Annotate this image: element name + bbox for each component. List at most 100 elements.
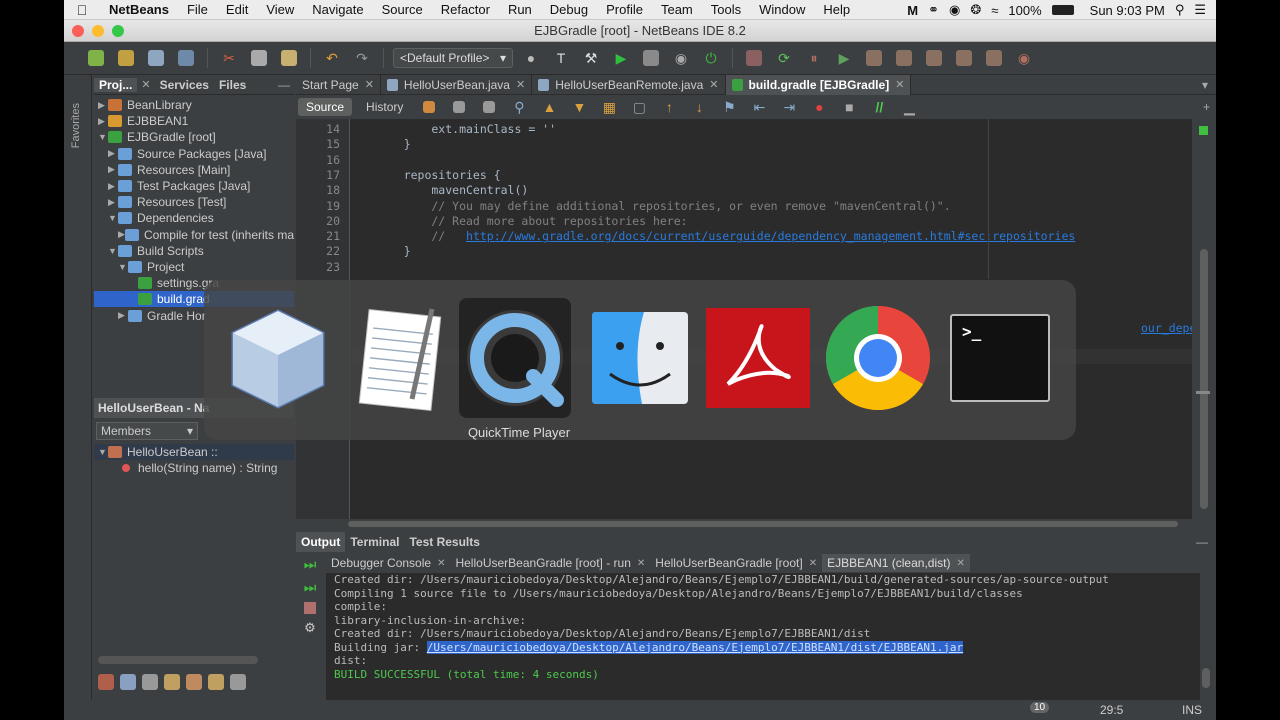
code-line[interactable]: } <box>376 137 411 152</box>
output-scrollbar[interactable] <box>1202 668 1210 688</box>
next-bookmark-icon[interactable]: ↓ <box>687 96 711 118</box>
favorites-tab[interactable]: Favorites <box>70 103 82 148</box>
step-over-icon[interactable] <box>862 47 886 69</box>
pause-icon[interactable]: ⏸ <box>802 47 826 69</box>
toggle-highlight-icon[interactable]: ▢ <box>627 96 651 118</box>
last-edit-icon[interactable] <box>417 96 441 118</box>
app-adobe-acrobat[interactable] <box>702 302 814 414</box>
sort-icon[interactable] <box>208 674 224 690</box>
build-hammer-icon[interactable]: T <box>549 47 573 69</box>
tree-node[interactable]: ▶ Source Packages [Java] <box>94 146 294 162</box>
tree-node[interactable]: ▼ Build Scripts <box>94 243 294 259</box>
expanded-triangle-icon[interactable]: ▼ <box>108 246 118 256</box>
shift-left-icon[interactable]: ⇤ <box>747 96 771 118</box>
find-selection-icon[interactable]: ▦ <box>597 96 621 118</box>
expanded-triangle-icon[interactable]: ▼ <box>118 262 128 272</box>
collapsed-triangle-icon[interactable]: ▶ <box>108 197 118 208</box>
editor-tab[interactable]: Start Page ✕ <box>296 74 381 95</box>
run-icon[interactable]: ▶ <box>609 47 633 69</box>
back-icon[interactable] <box>447 96 471 118</box>
zoom-window-button[interactable] <box>112 25 124 37</box>
minimize-icon[interactable]: — <box>278 78 294 92</box>
collapsed-triangle-icon[interactable]: ▶ <box>118 310 128 321</box>
collapsed-triangle-icon[interactable]: ▶ <box>98 116 108 127</box>
minimize-window-button[interactable] <box>92 25 104 37</box>
globe-icon[interactable]: ● <box>519 47 543 69</box>
menu-navigate[interactable]: Navigate <box>303 2 372 17</box>
history-view-button[interactable]: History <box>358 98 411 116</box>
battery-icon[interactable] <box>1051 5 1074 15</box>
hscroll-thumb[interactable] <box>348 521 1178 527</box>
rerun-with-args-icon[interactable]: ⏭ <box>304 579 317 596</box>
close-icon[interactable]: ✕ <box>137 78 154 91</box>
run-to-cursor-icon[interactable] <box>952 47 976 69</box>
expand-triangle-icon[interactable]: ▼ <box>98 447 108 457</box>
editor-tab[interactable]: HelloUserBean.java ✕ <box>381 74 533 95</box>
close-tab-icon[interactable]: ✕ <box>516 78 525 91</box>
collapsed-triangle-icon[interactable]: ▶ <box>98 100 108 111</box>
new-file-icon[interactable] <box>84 47 108 69</box>
power-icon[interactable]: ⏻ <box>699 47 723 69</box>
close-tab-icon[interactable]: ✕ <box>895 78 904 91</box>
close-tab-icon[interactable]: ✕ <box>809 558 817 569</box>
close-tab-icon[interactable]: ✕ <box>365 78 374 91</box>
tree-node[interactable]: ▶ Resources [Main] <box>94 162 294 178</box>
stop-icon[interactable] <box>304 602 316 614</box>
app-netbeans[interactable] <box>222 302 334 414</box>
tree-node[interactable]: ▶ Test Packages [Java] <box>94 178 294 194</box>
debug-icon[interactable] <box>639 47 663 69</box>
prev-bookmark-icon[interactable]: ↑ <box>657 96 681 118</box>
tab-list-icon[interactable]: ▾ <box>1202 78 1216 92</box>
take-snapshot-icon[interactable]: ◉ <box>1012 47 1036 69</box>
code-line[interactable]: repositories { <box>376 168 501 183</box>
code-line[interactable]: mavenCentral() <box>376 183 528 198</box>
scroll-thumb[interactable] <box>1200 249 1208 509</box>
malwarebytes-icon[interactable]: M <box>907 3 918 18</box>
navigator-method-node[interactable]: hello (String name) : String <box>94 460 294 476</box>
output-console[interactable]: Created dir: /Users/mauriciobedoya/Deskt… <box>326 573 1200 720</box>
menu-view[interactable]: View <box>257 2 303 17</box>
output-subtab[interactable]: HelloUserBeanGradle [root] - run ✕ <box>450 554 650 572</box>
sync-icon[interactable]: ⚭ <box>928 2 939 18</box>
filter-static-icon[interactable] <box>120 674 136 690</box>
expanded-triangle-icon[interactable]: ▼ <box>108 213 118 223</box>
stop-macro-icon[interactable]: ■ <box>837 96 861 118</box>
filter-nonpublic-icon[interactable] <box>142 674 158 690</box>
collapsed-triangle-icon[interactable]: ▶ <box>108 148 118 159</box>
tab-services[interactable]: Services <box>155 78 214 92</box>
shift-right-icon[interactable]: ⇥ <box>777 96 801 118</box>
code-line[interactable]: ext.mainClass = '' <box>376 122 556 137</box>
filter-fields-icon[interactable] <box>98 674 114 690</box>
tab-output[interactable]: Output <box>296 532 346 552</box>
app-quicktime-player[interactable] <box>459 298 571 418</box>
copy-icon[interactable] <box>247 47 271 69</box>
code-line[interactable]: // Read more about repositories here: <box>376 214 687 229</box>
minimize-icon[interactable]: — <box>1196 535 1216 549</box>
editor-tab[interactable]: build.gradle [EJBGradle] ✕ <box>725 74 912 95</box>
code-line[interactable]: } <box>376 244 411 259</box>
code-link[interactable]: http://www.gradle.org/docs/current/userg… <box>466 229 1075 243</box>
members-select[interactable]: Members ▾ <box>96 422 198 440</box>
sort-name-icon[interactable] <box>230 674 246 690</box>
spotlight-icon[interactable]: ⚲ <box>1175 2 1185 18</box>
menu-refactor[interactable]: Refactor <box>432 2 499 17</box>
step-out-icon[interactable] <box>922 47 946 69</box>
tree-node[interactable]: ▼ Project <box>94 259 294 275</box>
menu-netbeans[interactable]: NetBeans <box>100 2 178 17</box>
rerun-icon[interactable]: ⏭ <box>304 556 317 573</box>
output-subtab[interactable]: EJBBEAN1 (clean,dist) ✕ <box>822 554 970 572</box>
battery-percent[interactable]: 100% <box>1008 3 1041 18</box>
cut-icon[interactable]: ✂ <box>217 47 241 69</box>
clock[interactable]: Sun 9:03 PM <box>1090 3 1165 18</box>
collapsed-triangle-icon[interactable]: ▶ <box>108 164 118 175</box>
editor-vertical-scrollbar[interactable] <box>1192 119 1216 519</box>
editor-tab[interactable]: HelloUserBeanRemote.java ✕ <box>532 74 726 95</box>
menu-debug[interactable]: Debug <box>541 2 597 17</box>
apply-changes-icon[interactable] <box>982 47 1006 69</box>
tree-node[interactable]: ▶ Compile for test (inherits ma <box>94 227 294 243</box>
profile-run-icon[interactable]: ◉ <box>669 47 693 69</box>
filter-inner-icon[interactable] <box>186 674 202 690</box>
tree-node[interactable]: ▶ BeanLibrary <box>94 97 294 113</box>
settings-icon[interactable]: ⚙ <box>304 620 316 636</box>
collapsed-triangle-icon[interactable]: ▶ <box>108 181 118 192</box>
